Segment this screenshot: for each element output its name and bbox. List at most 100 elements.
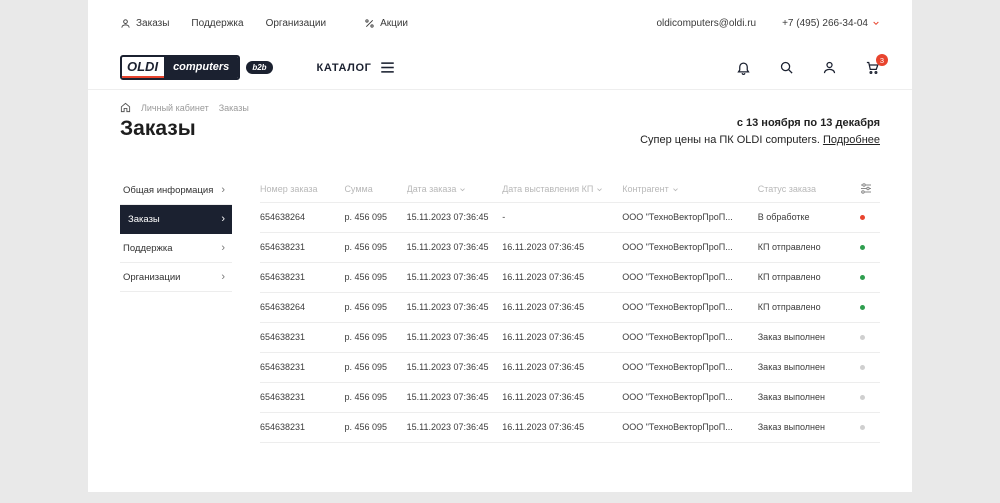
sort-chevron-icon: [456, 184, 466, 194]
cell-order-date: 15.11.2023 07:36:45: [407, 202, 503, 232]
cell-order-number: 654638264: [260, 292, 344, 322]
table-row[interactable]: 654638264 р. 456 095 15.11.2023 07:36:45…: [260, 292, 880, 322]
column-header-order-number: Номер заказа: [260, 176, 344, 202]
cell-counterparty: ООО "ТехноВекторПроП...: [622, 292, 758, 322]
top-nav-organizations[interactable]: Организации: [266, 18, 326, 29]
top-utility-bar: Заказы Поддержка Организации Акции oldic…: [88, 0, 912, 46]
hamburger-icon: [380, 61, 395, 74]
cell-sum: р. 456 095: [344, 322, 406, 352]
cell-sum: р. 456 095: [344, 292, 406, 322]
table-filter-button[interactable]: [851, 176, 880, 202]
column-header-counterparty[interactable]: Контрагент: [622, 176, 758, 202]
cell-order-date: 15.11.2023 07:36:45: [407, 262, 503, 292]
table-row[interactable]: 654638231 р. 456 095 15.11.2023 07:36:45…: [260, 412, 880, 442]
sidebar-item-orders[interactable]: Заказы ›: [120, 205, 232, 234]
account-button[interactable]: [822, 60, 837, 75]
cell-kp-date: 16.11.2023 07:36:45: [502, 352, 622, 382]
top-nav-orders-label: Заказы: [136, 18, 169, 29]
cell-status: Заказ выполнен: [758, 322, 851, 352]
cell-status-indicator: [851, 412, 880, 442]
search-icon: [779, 60, 794, 75]
cart-button[interactable]: 3: [865, 60, 880, 75]
cell-order-number: 654638264: [260, 202, 344, 232]
sidebar-item-support[interactable]: Поддержка ›: [120, 234, 232, 263]
cell-status: КП отправлено: [758, 292, 851, 322]
content-body: Общая информация › Заказы › Поддержка › …: [88, 176, 912, 443]
cell-kp-date: 16.11.2023 07:36:45: [502, 322, 622, 352]
table-row[interactable]: 654638264 р. 456 095 15.11.2023 07:36:45…: [260, 202, 880, 232]
breadcrumb-orders: Заказы: [219, 103, 249, 113]
table-row[interactable]: 654638231 р. 456 095 15.11.2023 07:36:45…: [260, 262, 880, 292]
top-nav-support[interactable]: Поддержка: [191, 18, 243, 29]
account-sidebar: Общая информация › Заказы › Поддержка › …: [120, 176, 232, 443]
logo-brand-text: OLDI: [122, 57, 164, 78]
column-header-kp-date[interactable]: Дата выставления КП: [502, 176, 622, 202]
user-icon: [120, 18, 131, 29]
notifications-button[interactable]: [736, 60, 751, 75]
logo-mark: OLDI computers: [120, 55, 240, 80]
main-header: OLDI computers b2b КАТАЛОГ: [88, 46, 912, 90]
cell-kp-date: 16.11.2023 07:36:45: [502, 232, 622, 262]
column-header-status: Статус заказа: [758, 176, 851, 202]
breadcrumb-personal-cabinet[interactable]: Личный кабинет: [141, 103, 209, 113]
cell-counterparty: ООО "ТехноВекторПроП...: [622, 262, 758, 292]
status-dot: [860, 245, 865, 250]
cell-kp-date: 16.11.2023 07:36:45: [502, 412, 622, 442]
contact-phone-number: +7 (495) 266-34-04: [782, 18, 868, 29]
promo-details-link[interactable]: Подробнее: [823, 134, 880, 146]
catalog-button[interactable]: КАТАЛОГ: [317, 61, 396, 74]
column-label: Контрагент: [622, 184, 669, 194]
chevron-right-icon: ›: [221, 243, 225, 254]
cell-sum: р. 456 095: [344, 352, 406, 382]
cell-counterparty: ООО "ТехноВекторПроП...: [622, 322, 758, 352]
orders-table-body: 654638264 р. 456 095 15.11.2023 07:36:45…: [260, 202, 880, 442]
table-row[interactable]: 654638231 р. 456 095 15.11.2023 07:36:45…: [260, 322, 880, 352]
cell-kp-date: 16.11.2023 07:36:45: [502, 292, 622, 322]
cell-status: КП отправлено: [758, 262, 851, 292]
cell-counterparty: ООО "ТехноВекторПроП...: [622, 412, 758, 442]
cart-count-badge: 3: [876, 54, 888, 66]
table-row[interactable]: 654638231 р. 456 095 15.11.2023 07:36:45…: [260, 352, 880, 382]
cell-status: Заказ выполнен: [758, 382, 851, 412]
sidebar-item-general-info[interactable]: Общая информация ›: [120, 176, 232, 205]
cell-status: Заказ выполнен: [758, 412, 851, 442]
status-dot: [860, 215, 865, 220]
cell-counterparty: ООО "ТехноВекторПроП...: [622, 202, 758, 232]
contact-phone[interactable]: +7 (495) 266-34-04: [782, 18, 880, 29]
sidebar-item-organizations[interactable]: Организации ›: [120, 263, 232, 292]
promo-line: Супер цены на ПК OLDI computers. Подробн…: [640, 134, 880, 146]
top-contacts: oldicomputers@oldi.ru +7 (495) 266-34-04: [656, 18, 880, 29]
contact-email[interactable]: oldicomputers@oldi.ru: [656, 18, 756, 29]
home-icon[interactable]: [120, 102, 131, 113]
cell-status: В обработке: [758, 202, 851, 232]
cell-sum: р. 456 095: [344, 262, 406, 292]
oldi-logo[interactable]: OLDI computers b2b: [120, 55, 273, 80]
cell-order-date: 15.11.2023 07:36:45: [407, 232, 503, 262]
top-nav-promos[interactable]: Акции: [364, 18, 408, 29]
sidebar-item-label: Общая информация: [123, 185, 213, 196]
status-dot: [860, 425, 865, 430]
account-icon: [822, 60, 837, 75]
cell-sum: р. 456 095: [344, 412, 406, 442]
table-row[interactable]: 654638231 р. 456 095 15.11.2023 07:36:45…: [260, 382, 880, 412]
cell-order-date: 15.11.2023 07:36:45: [407, 292, 503, 322]
top-nav-orders[interactable]: Заказы: [120, 18, 169, 29]
cell-order-number: 654638231: [260, 232, 344, 262]
table-row[interactable]: 654638231 р. 456 095 15.11.2023 07:36:45…: [260, 232, 880, 262]
breadcrumb: Личный кабинет Заказы: [88, 102, 912, 113]
cell-order-number: 654638231: [260, 262, 344, 292]
sidebar-item-label: Заказы: [128, 214, 160, 225]
chevron-right-icon: ›: [221, 272, 225, 283]
catalog-label: КАТАЛОГ: [317, 62, 372, 74]
cell-status-indicator: [851, 352, 880, 382]
status-dot: [860, 365, 865, 370]
logo-sub-text: computers: [164, 57, 238, 78]
cell-kp-date: -: [502, 202, 622, 232]
search-button[interactable]: [779, 60, 794, 75]
cell-counterparty: ООО "ТехноВекторПроП...: [622, 232, 758, 262]
cell-sum: р. 456 095: [344, 382, 406, 412]
column-header-order-date[interactable]: Дата заказа: [407, 176, 503, 202]
page-card: Заказы Поддержка Организации Акции oldic…: [88, 0, 912, 492]
page-title: Заказы: [120, 117, 196, 141]
cell-order-date: 15.11.2023 07:36:45: [407, 352, 503, 382]
